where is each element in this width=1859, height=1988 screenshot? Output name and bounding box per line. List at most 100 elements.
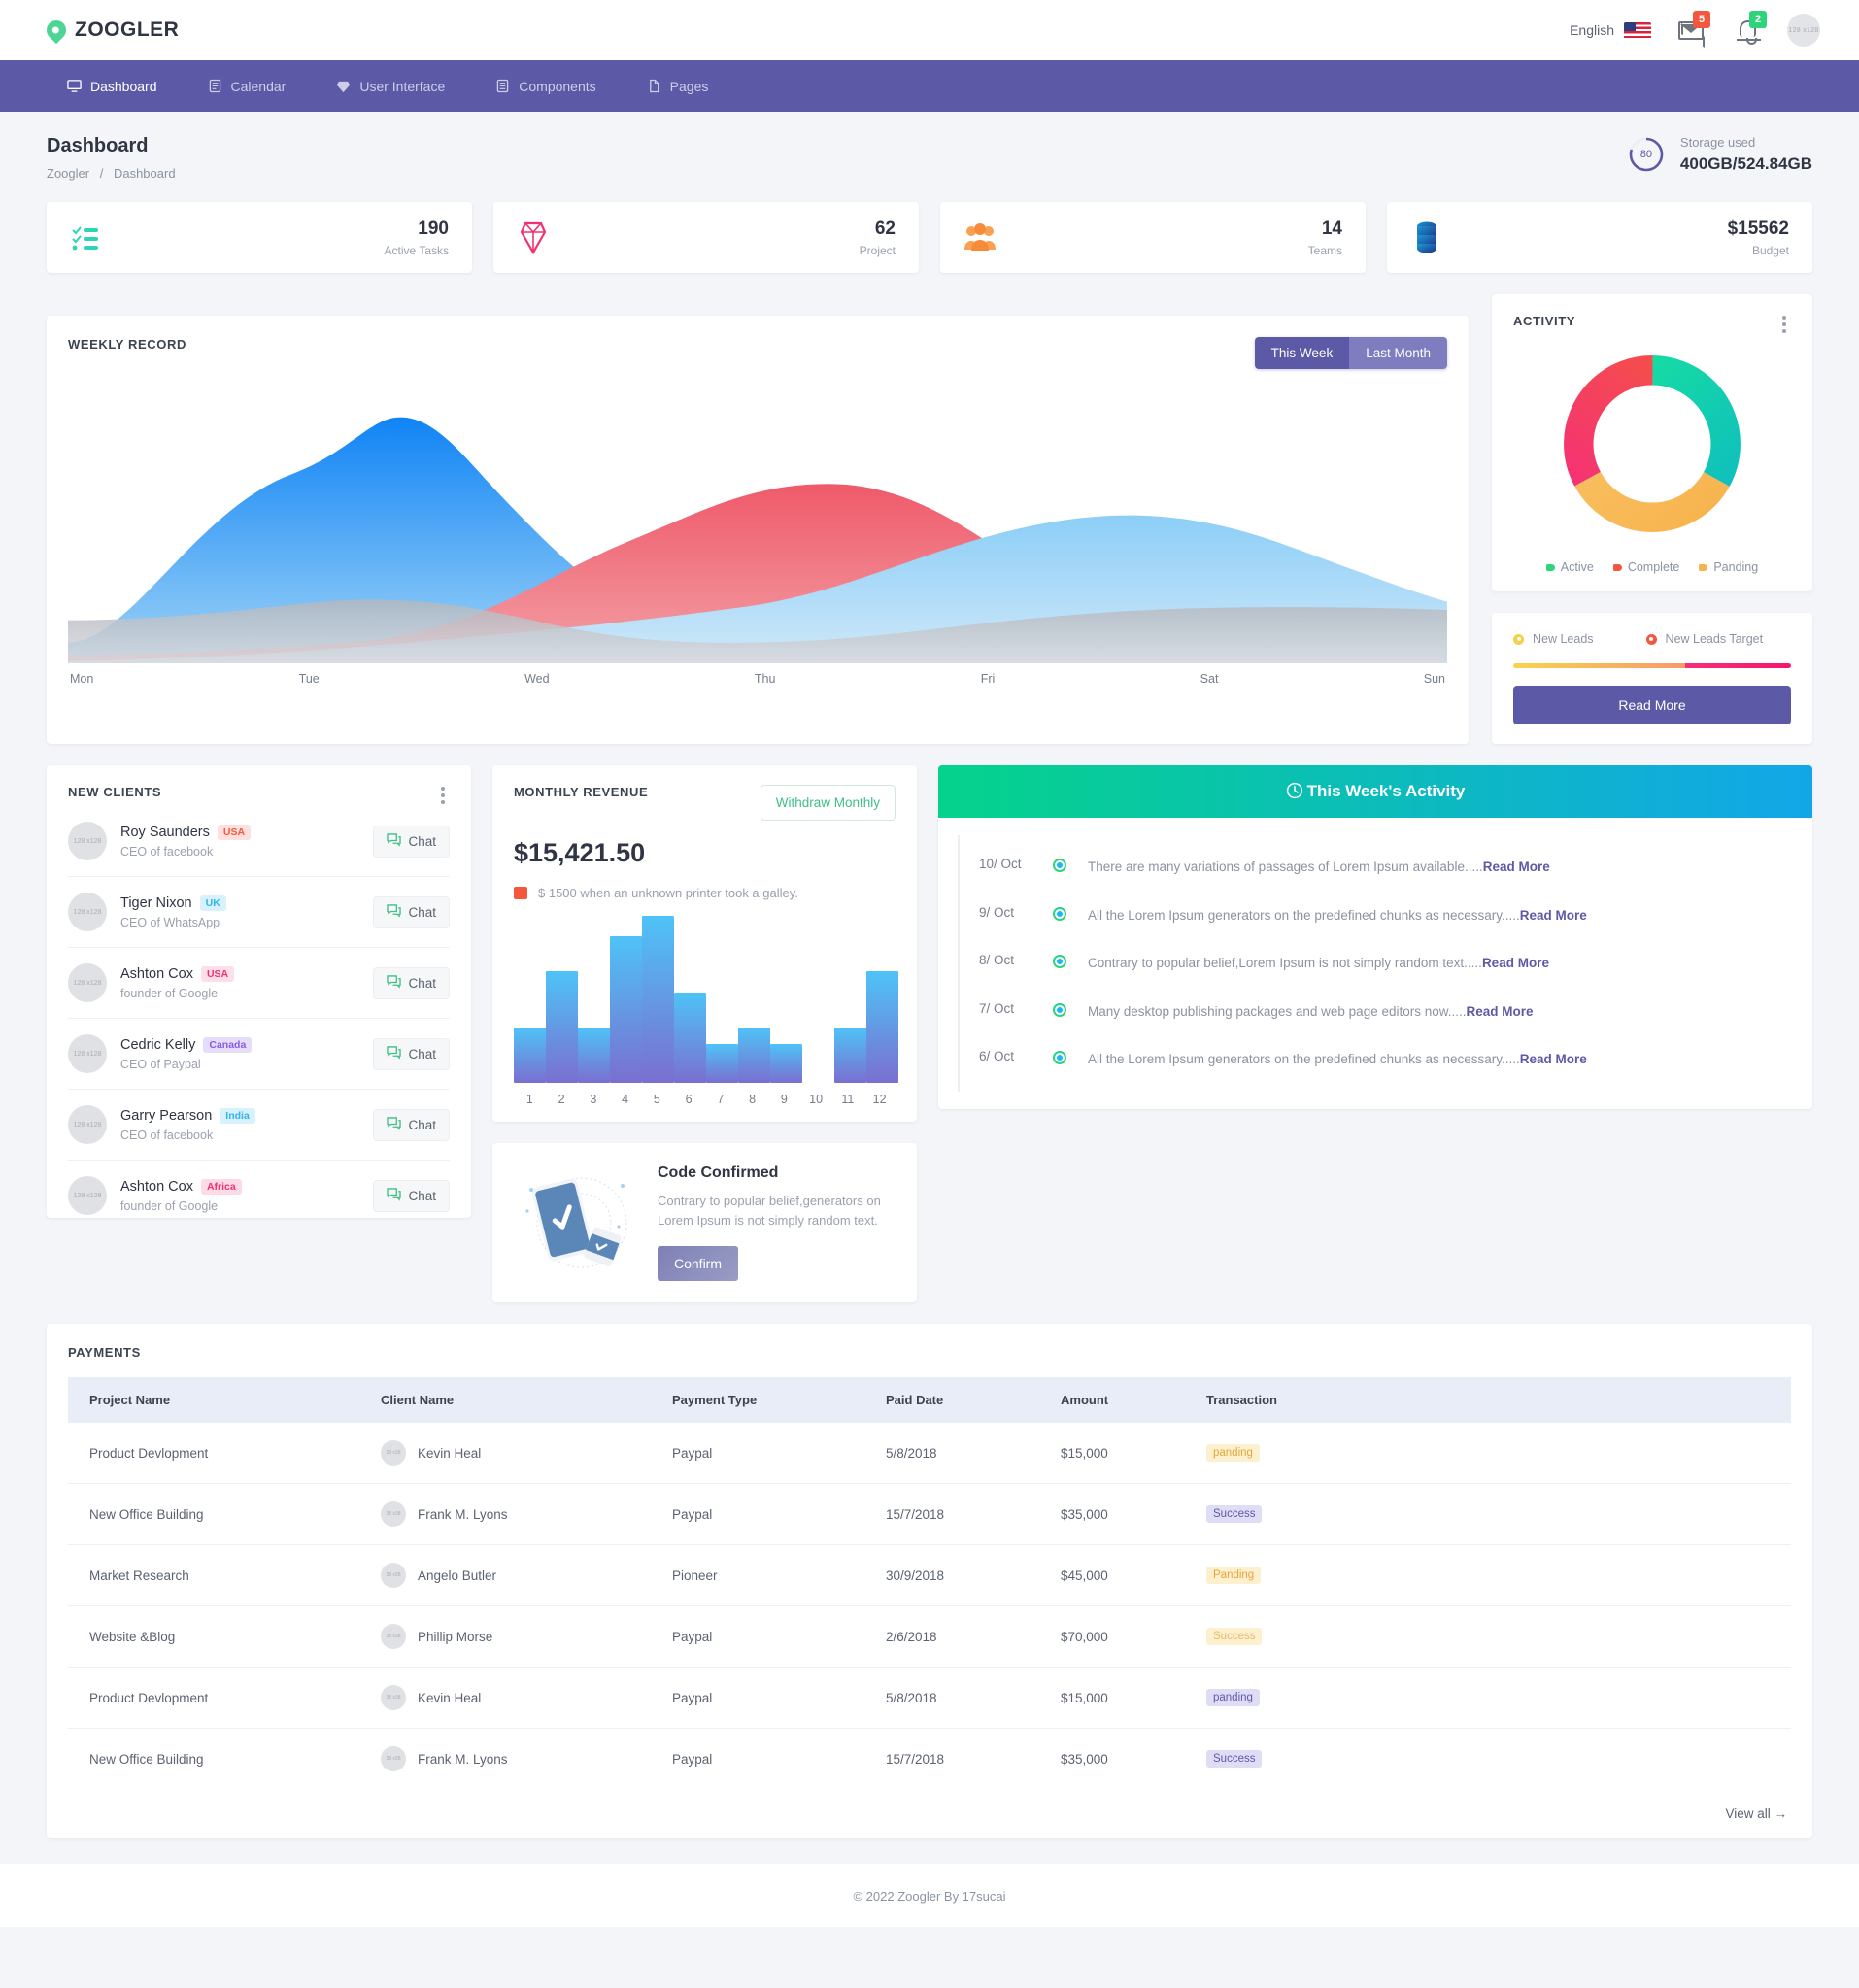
- weekday-label: Tue: [298, 672, 320, 686]
- week-activity-card: This Week's Activity 10/ Oct There are m…: [938, 765, 1812, 1109]
- bar: [738, 1028, 770, 1083]
- client-info: Tiger Nixon UK CEO of WhatsApp: [120, 894, 359, 929]
- confirm-button[interactable]: Confirm: [658, 1246, 739, 1282]
- nav-label: Pages: [669, 78, 709, 94]
- withdraw-monthly-button[interactable]: Withdraw Monthly: [760, 785, 896, 821]
- client-list-item[interactable]: 128 x128 Ashton Cox USA founder of Googl…: [68, 948, 450, 1019]
- client-name: Kevin Heal: [418, 1690, 482, 1705]
- kebab-menu-icon[interactable]: [436, 785, 450, 806]
- stat-cards: 190 Active Tasks 62 Project 14 Teams $15…: [47, 202, 1812, 273]
- read-more-link[interactable]: Read More: [1482, 956, 1549, 970]
- code-confirmed-card: Code Confirmed Contrary to popular belie…: [492, 1143, 917, 1303]
- cell-status: Success: [1185, 1729, 1791, 1790]
- activity-date: 10/ Oct: [979, 857, 1022, 871]
- chat-icon: [387, 1116, 402, 1133]
- storage-label: Storage used: [1679, 135, 1756, 150]
- breadcrumb-separator: /: [99, 166, 104, 181]
- chat-button[interactable]: Chat: [373, 1108, 450, 1141]
- legend-label: New Leads: [1533, 632, 1594, 646]
- read-more-link[interactable]: Read More: [1483, 859, 1550, 874]
- notifications-button[interactable]: 2: [1731, 11, 1767, 45]
- chat-button[interactable]: Chat: [373, 1037, 450, 1070]
- chat-button[interactable]: Chat: [373, 895, 450, 928]
- bar-column: [610, 916, 642, 1083]
- weekday-label: Sun: [1423, 672, 1445, 686]
- client-list-item[interactable]: 128 x128 Ashton Cox Africa founder of Go…: [68, 1161, 450, 1218]
- client-name: Kevin Heal: [418, 1445, 482, 1461]
- table-row[interactable]: Product Devlopment 38 x38 Kevin Heal Payp…: [68, 1667, 1791, 1730]
- page-header: Dashboard Zoogler / Dashboard 80 Storage…: [47, 135, 1812, 202]
- nav-item-user-interface[interactable]: User Interface: [316, 60, 465, 112]
- table-row[interactable]: New Office Building 38 x38 Frank M. Lyons…: [68, 1729, 1791, 1790]
- weekday-label: Thu: [754, 672, 776, 686]
- brand-logo[interactable]: ZOOGLER: [42, 16, 180, 45]
- table-row[interactable]: New Office Building 38 x38 Frank M. Lyons…: [68, 1483, 1791, 1546]
- language-selector[interactable]: English: [1570, 21, 1651, 39]
- bar: [834, 1028, 866, 1083]
- client-list-item[interactable]: 128 x128 Cedric Kelly Canada CEO of Payp…: [68, 1019, 450, 1090]
- stat-card-active-tasks[interactable]: 190 Active Tasks: [47, 202, 472, 273]
- chat-icon: [387, 1045, 402, 1062]
- toggle-this-week[interactable]: This Week: [1254, 337, 1350, 369]
- activity-title: ACTIVITY: [1513, 314, 1576, 328]
- country-badge: USA: [217, 824, 252, 840]
- stat-card-budget[interactable]: $15562 Budget: [1387, 202, 1812, 273]
- week-activity-item: 10/ Oct There are many variations of pas…: [938, 843, 1785, 892]
- view-all-link[interactable]: View all →: [68, 1789, 1791, 1821]
- weekly-activity-grid: WEEKLY RECORD This Week Last Month Mon T…: [47, 294, 1812, 744]
- bar: [578, 1028, 610, 1083]
- client-list-item[interactable]: 128 x128 Roy Saunders USA CEO of faceboo…: [68, 806, 450, 877]
- cell-client: 38 x38 Phillip Morse: [359, 1605, 651, 1668]
- cell-date: 5/8/2018: [864, 1667, 1039, 1730]
- col-client-name: Client Name: [359, 1377, 651, 1424]
- user-avatar[interactable]: 128 x128: [1787, 14, 1820, 47]
- read-more-link[interactable]: Read More: [1520, 908, 1587, 923]
- client-role: founder of Google: [120, 1198, 219, 1213]
- brand-name: ZOOGLER: [75, 18, 180, 41]
- database-icon: [1410, 221, 1443, 254]
- week-activity-title: This Week's Activity: [1306, 782, 1466, 800]
- cell-date: 2/6/2018: [864, 1605, 1039, 1668]
- zoogler-logo-icon: [42, 16, 71, 45]
- stat-card-teams[interactable]: 14 Teams: [940, 202, 1366, 273]
- read-more-link[interactable]: Read More: [1467, 1004, 1534, 1019]
- client-role: CEO of facebook: [120, 1128, 214, 1142]
- week-activity-header: This Week's Activity: [938, 765, 1812, 818]
- client-name: Phillip Morse: [418, 1629, 493, 1644]
- chat-button[interactable]: Chat: [373, 1179, 450, 1212]
- nav-item-components[interactable]: Components: [475, 60, 616, 112]
- client-list-item[interactable]: 128 x128 Tiger Nixon UK CEO of WhatsApp …: [68, 877, 450, 948]
- nav-label: User Interface: [359, 78, 446, 94]
- table-row[interactable]: Product Devlopment 38 x38 Kevin Heal Payp…: [68, 1423, 1791, 1485]
- read-more-button[interactable]: Read More: [1513, 686, 1791, 724]
- col-amount: Amount: [1039, 1377, 1185, 1424]
- chat-button[interactable]: Chat: [373, 966, 450, 999]
- weekly-record-header: WEEKLY RECORD This Week Last Month: [68, 337, 1447, 369]
- nav-item-pages[interactable]: Pages: [626, 60, 729, 112]
- avatar: 128 x128: [68, 822, 107, 860]
- stat-card-project[interactable]: 62 Project: [493, 202, 919, 273]
- avatar: 38 x38: [381, 1440, 406, 1466]
- read-more-link[interactable]: Read More: [1520, 1052, 1587, 1066]
- bar: [674, 993, 706, 1083]
- breadcrumb-root[interactable]: Zoogler: [47, 166, 89, 181]
- cell-amount: $35,000: [1039, 1483, 1185, 1546]
- activity-legend: Active Complete Panding: [1513, 547, 1791, 574]
- stat-value: 14: [1321, 218, 1342, 239]
- chat-button[interactable]: Chat: [373, 825, 450, 858]
- activity-date: 7/ Oct: [979, 1000, 1015, 1016]
- nav-item-dashboard[interactable]: Dashboard: [47, 60, 178, 112]
- client-name: Frank M. Lyons: [418, 1751, 508, 1767]
- table-row[interactable]: Market Research 38 x38 Angelo Butler Pion…: [68, 1544, 1791, 1607]
- cell-date: 15/7/2018: [864, 1483, 1039, 1546]
- activity-date: 8/ Oct: [979, 953, 1015, 968]
- client-role: CEO of facebook: [120, 844, 214, 859]
- table-row[interactable]: Website &Blog 38 x38 Phillip Morse Paypal…: [68, 1605, 1791, 1668]
- nav-item-calendar[interactable]: Calendar: [187, 60, 307, 112]
- avatar: 128 x128: [68, 963, 107, 1002]
- client-list-item[interactable]: 128 x128 Garry Pearson India CEO of face…: [68, 1090, 450, 1161]
- toggle-last-month[interactable]: Last Month: [1349, 337, 1447, 369]
- activity-text: Many desktop publishing packages and web…: [1088, 1001, 1785, 1023]
- messages-button[interactable]: 5: [1674, 11, 1710, 45]
- kebab-menu-icon[interactable]: [1777, 314, 1791, 335]
